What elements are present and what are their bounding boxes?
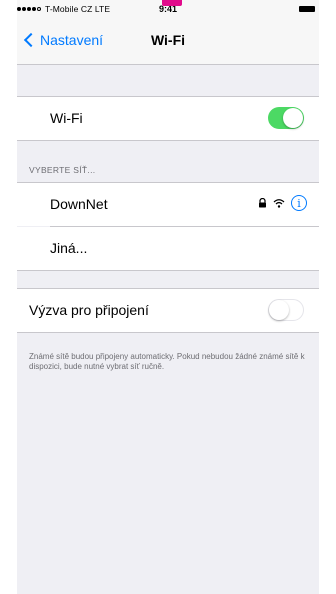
phone-frame: T-Mobile CZ LTE 9:41 Nastavení Wi-Fi Wi-…	[0, 0, 336, 594]
other-network-label: Jiná...	[50, 240, 88, 256]
ask-to-join-row: Výzva pro připojení	[17, 289, 319, 332]
ask-to-join-label: Výzva pro připojení	[29, 302, 149, 318]
divider	[17, 332, 319, 333]
top-bar: T-Mobile CZ LTE 9:41 Nastavení Wi-Fi	[17, 0, 319, 65]
brand-tab	[162, 0, 182, 6]
back-button-label: Nastavení	[40, 32, 104, 48]
ask-to-join-toggle[interactable]	[268, 299, 304, 321]
networks-section-header: VYBERTE SÍŤ...	[29, 165, 96, 175]
navigation-bar: Nastavení Wi-Fi	[17, 22, 319, 64]
wifi-row: Wi-Fi	[17, 97, 319, 140]
network-row-other[interactable]: Jiná...	[17, 227, 319, 270]
divider	[17, 270, 319, 271]
wifi-toggle[interactable]	[268, 107, 304, 129]
wifi-signal-icon	[273, 199, 285, 208]
lock-icon	[259, 198, 266, 208]
back-button[interactable]: Nastavení	[23, 32, 103, 48]
network-status-icons: i	[258, 195, 307, 211]
divider	[17, 140, 319, 141]
toggle-knob	[283, 108, 303, 128]
settings-screen: T-Mobile CZ LTE 9:41 Nastavení Wi-Fi Wi-…	[17, 0, 319, 594]
battery-icon	[299, 6, 315, 12]
network-name: DownNet	[50, 196, 108, 212]
toggle-knob	[269, 300, 289, 320]
wifi-label: Wi-Fi	[50, 110, 83, 126]
network-row-downnet[interactable]: DownNet i	[17, 183, 319, 226]
ask-to-join-footnote: Známé sítě budou připojeny automaticky. …	[29, 352, 305, 371]
chevron-left-icon	[23, 32, 39, 48]
info-icon[interactable]: i	[291, 195, 307, 211]
